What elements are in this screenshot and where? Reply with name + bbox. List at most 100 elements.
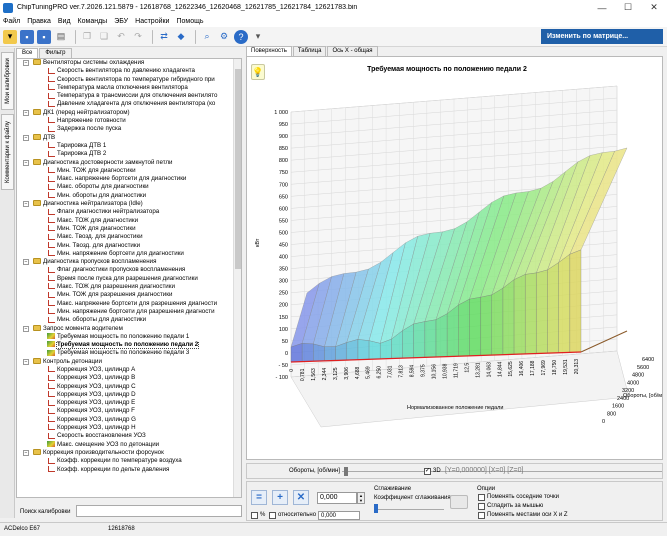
tree-item[interactable]: Макс. напряжение бортсети для диагностик… [17, 175, 241, 183]
checkbox-3d[interactable]: ✓ [424, 468, 431, 475]
tree-folder[interactable]: − Вентиляторы системы охлаждения [17, 59, 241, 67]
redo-icon[interactable]: ↷ [131, 30, 145, 44]
collapse-toggle-icon[interactable]: − [23, 259, 29, 266]
tree-item[interactable]: Напряжение готовности [17, 117, 241, 125]
tree-folder[interactable]: − Диагностика достоверности замкнутой пет… [17, 159, 241, 167]
minimize-button[interactable]: — [589, 0, 615, 15]
tree-item[interactable]: Флаг диагностики пропусков воспламенения [17, 266, 241, 274]
tree-item[interactable]: Тарировка ДТВ 1 [17, 142, 241, 150]
settings-icon[interactable]: ⚙ [217, 30, 231, 44]
tab-table[interactable]: Таблица [292, 46, 327, 56]
tree-item[interactable]: Мин. напряжение бортсети для разрешения … [17, 308, 241, 316]
relative-value-input[interactable]: 0,000 [318, 511, 360, 520]
menu-commands[interactable]: Команды [78, 18, 108, 25]
collapse-toggle-icon[interactable]: − [23, 358, 29, 365]
tree-item[interactable]: Коррекция УОЗ, цилиндр C [17, 383, 241, 391]
help-icon[interactable]: ? [234, 29, 248, 44]
smoothing-icon[interactable] [450, 495, 468, 509]
tab-filter[interactable]: Фильтр [39, 48, 72, 58]
tree-folder[interactable]: − ДТВ [17, 134, 241, 142]
chevron-down-icon[interactable]: ▾ [251, 30, 265, 44]
tree-folder[interactable]: − Коррекция производительности форсунок [17, 449, 241, 457]
tree-item[interactable]: Коррекция УОЗ, цилиндр H [17, 424, 241, 432]
paste-icon[interactable]: ❏ [97, 30, 111, 44]
maximize-button[interactable]: ☐ [615, 0, 641, 15]
tree-item[interactable]: Коррекция УОЗ, цилиндр B [17, 374, 241, 382]
tree-item[interactable]: Макс. напряжение бортсети для разрешения… [17, 300, 241, 308]
tree-item[interactable]: Температура масла отключения вентилятора [17, 84, 241, 92]
collapse-toggle-icon[interactable]: − [23, 60, 29, 66]
tree-item[interactable]: Задержка после пуска [17, 125, 241, 133]
undo-icon[interactable]: ↶ [114, 30, 128, 44]
tree-item[interactable]: Коррекция УОЗ, цилиндр A [17, 366, 241, 374]
tree-folder[interactable]: − Запрос момента водителем [17, 325, 241, 333]
scroll-thumb[interactable] [235, 69, 241, 269]
collapse-toggle-icon[interactable]: − [23, 109, 29, 116]
tree-scrollbar[interactable] [233, 59, 241, 497]
menu-file[interactable]: Файл [3, 18, 20, 25]
tree-item[interactable]: Макс. обороты для диагностики [17, 183, 241, 191]
tree-item[interactable]: Тарировка ДТВ 2 [17, 150, 241, 158]
lightbulb-icon[interactable]: 💡 [251, 64, 265, 80]
search-input[interactable] [76, 505, 242, 517]
menu-settings[interactable]: Настройки [135, 18, 169, 25]
search-icon[interactable]: ⌕ [200, 30, 214, 44]
tree-item[interactable]: Температура в трансмиссии для отключения… [17, 92, 241, 100]
tree-item[interactable]: Макс. Tвозд. для диагностики [17, 233, 241, 241]
collapse-toggle-icon[interactable]: − [23, 449, 29, 456]
tree-item[interactable]: Коррекция УОЗ, цилиндр D [17, 391, 241, 399]
tab-my-calibrations[interactable]: Мои калибровки [1, 52, 14, 110]
copy-icon[interactable]: ❐ [80, 30, 94, 44]
tab-all[interactable]: Все [16, 48, 39, 58]
tree-item[interactable]: Требуемая мощность по положению педали 2 [17, 341, 241, 350]
collapse-toggle-icon[interactable]: − [23, 134, 29, 141]
tree-item[interactable]: Скорость вентилятора по температуре гибр… [17, 76, 241, 84]
tree-item[interactable]: Макс. ТОЖ для диагностики [17, 217, 241, 225]
tree-folder[interactable]: − Диагностика нейтрализатора (Idle) [17, 200, 241, 208]
plus-button[interactable]: + [272, 490, 288, 505]
value-input[interactable]: 0,000 [317, 492, 357, 504]
tree-item[interactable]: Давление хладагента для отключения венти… [17, 100, 241, 108]
tab-file-comments[interactable]: Комментарии к файлу [1, 114, 14, 190]
tree-item[interactable]: Мин. обороты для диагностики [17, 316, 241, 324]
collapse-toggle-icon[interactable]: − [23, 325, 29, 332]
menu-view[interactable]: Вид [58, 18, 71, 25]
collapse-toggle-icon[interactable]: − [23, 159, 29, 166]
tree-item[interactable]: Коррекция УОЗ, цилиндр E [17, 399, 241, 407]
percent-checkbox[interactable] [251, 512, 258, 519]
equals-button[interactable]: = [251, 490, 267, 505]
tree-item[interactable]: Макс. смещение УОЗ по детонации [17, 441, 241, 449]
change-by-matrix-button[interactable]: Изменить по матрице... [541, 29, 663, 44]
tree-item[interactable]: Мин. ТОЖ для диагностики [17, 167, 241, 175]
tree-item[interactable]: Коэфф. коррекции по дельте давления [17, 466, 241, 474]
tree-item[interactable]: Мин. Tвозд. для диагностики [17, 242, 241, 250]
tree-item[interactable]: Коррекция УОЗ, цилиндр F [17, 407, 241, 415]
collapse-toggle-icon[interactable]: − [23, 201, 29, 208]
close-button[interactable]: ✕ [641, 0, 667, 15]
tree-folder[interactable]: − ДК1 (перед нейтрализатором) [17, 109, 241, 117]
rpm-slider-knob[interactable] [344, 467, 348, 476]
tree-item[interactable]: Время после пуска для разрешения диагнос… [17, 275, 241, 283]
tree-item[interactable]: Мин. обороты для диагностики [17, 192, 241, 200]
tree-folder[interactable]: − Контроль детонации [17, 358, 241, 366]
tab-x-axis-common[interactable]: Ось X - общая [327, 46, 378, 56]
tree-item[interactable]: Флаги диагностики нейтрализатора [17, 208, 241, 216]
tree-item[interactable]: Мин. ТОЖ для диагностики [17, 225, 241, 233]
save-as-icon[interactable]: ▪ [37, 29, 51, 44]
save-icon[interactable]: ▪ [20, 29, 34, 44]
menu-edit[interactable]: Правка [27, 18, 51, 25]
print-icon[interactable]: ▤ [54, 30, 68, 44]
tree-item[interactable]: Требуемая мощность по положению педали 1 [17, 333, 241, 341]
diamond-icon[interactable]: ◆ [174, 30, 188, 44]
tree-item[interactable]: Мин. ТОЖ для разрешения диагностики [17, 291, 241, 299]
tree-item[interactable]: Требуемая мощность по положению педали 3 [17, 349, 241, 357]
tree-item[interactable]: Мин. напряжение бортсети для диагностики [17, 250, 241, 258]
value-spinner[interactable]: ▲ ▼ [357, 492, 365, 504]
tree-item[interactable]: Скорость восстановления УОЗ [17, 432, 241, 440]
option-follow-mouse-checkbox[interactable] [478, 503, 485, 510]
multiply-button[interactable]: ✕ [293, 490, 309, 505]
tree-item[interactable]: Скорость вентилятора по давлению хладаге… [17, 67, 241, 75]
compare-icon[interactable]: ⇄ [157, 30, 171, 44]
tree-folder[interactable]: − Диагностика пропусков воспламенения [17, 258, 241, 266]
open-folder-icon[interactable]: ▾ [3, 29, 17, 44]
